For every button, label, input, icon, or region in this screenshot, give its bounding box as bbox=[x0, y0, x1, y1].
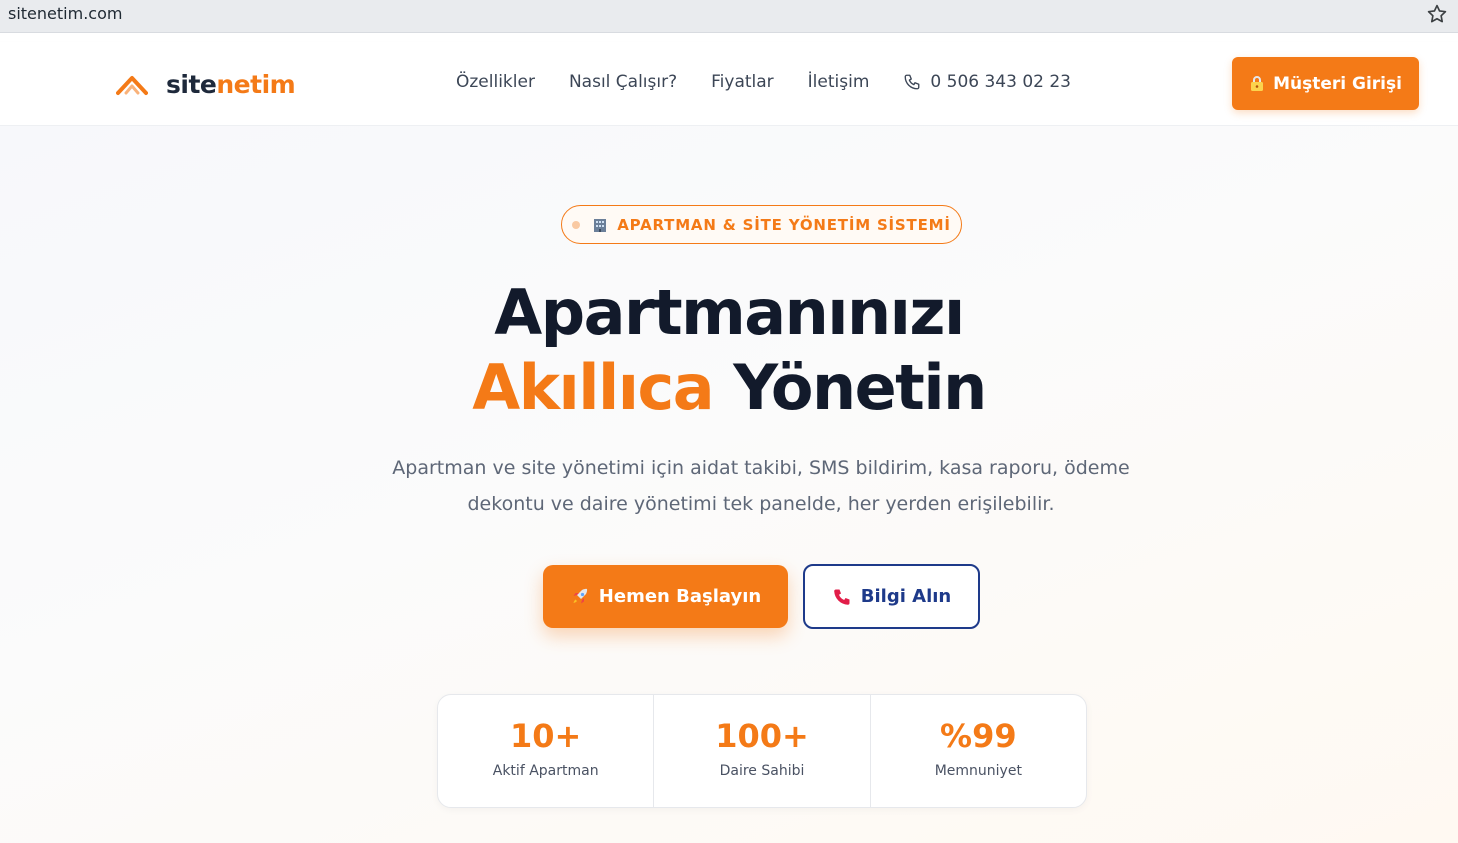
site-header: sitenetim Özellikler Nasıl Çalışır? Fiya… bbox=[0, 42, 1458, 126]
rocket-icon bbox=[573, 588, 587, 603]
stat-label: Daire Sahibi bbox=[719, 763, 805, 779]
logo-text-netim: netim bbox=[216, 69, 296, 99]
stat-satisfaction: %99 Memnuniyet bbox=[871, 695, 1086, 807]
nav-features[interactable]: Özellikler bbox=[456, 72, 535, 92]
hero-badge: APARTMAN & SİTE YÖNETİM SİSTEMİ bbox=[561, 205, 962, 244]
house-roof-icon bbox=[116, 76, 148, 95]
logo-text: sitenetim bbox=[166, 69, 296, 99]
nav-contact[interactable]: İletişim bbox=[808, 72, 870, 92]
stat-label: Aktif Apartman bbox=[492, 763, 599, 779]
start-now-button[interactable]: Hemen Başlayın bbox=[543, 565, 788, 628]
main-nav: Özellikler Nasıl Çalışır? Fiyatlar İleti… bbox=[456, 72, 1071, 92]
badge-text: APARTMAN & SİTE YÖNETİM SİSTEMİ bbox=[617, 215, 951, 234]
headline-rest: Yönetin bbox=[713, 351, 987, 424]
phone-number: 0 506 343 02 23 bbox=[930, 72, 1071, 92]
stat-value: 100+ bbox=[715, 717, 809, 755]
lock-icon bbox=[1251, 76, 1264, 91]
nav-phone[interactable]: 0 506 343 02 23 bbox=[903, 72, 1071, 92]
stat-apartment-owners: 100+ Daire Sahibi bbox=[654, 695, 871, 807]
building-icon bbox=[594, 218, 607, 232]
headline-accent-word: Akıllıca bbox=[472, 351, 714, 424]
logo-text-site: site bbox=[166, 69, 217, 99]
hero-headline-line1: Apartmanınızı bbox=[494, 276, 965, 349]
stat-active-apartments: 10+ Aktif Apartman bbox=[438, 695, 655, 807]
hero-subtitle: Apartman ve site yönetimi için aidat tak… bbox=[392, 457, 1130, 515]
phone-icon bbox=[904, 74, 920, 90]
stat-value: 10+ bbox=[509, 717, 582, 755]
stats-panel: 10+ Aktif Apartman 100+ Daire Sahibi %99… bbox=[437, 694, 1087, 808]
hero-section: APARTMAN & SİTE YÖNETİM SİSTEMİ Apartman… bbox=[0, 126, 1458, 843]
customer-login-label: Müşteri Girişi bbox=[1273, 73, 1402, 94]
phone-receiver-icon bbox=[833, 589, 850, 605]
stat-label: Memnuniyet bbox=[934, 763, 1022, 779]
customer-login-button[interactable]: Müşteri Girişi bbox=[1232, 57, 1419, 110]
badge-dot bbox=[572, 220, 581, 229]
get-info-button[interactable]: Bilgi Alın bbox=[803, 564, 980, 629]
url-text[interactable]: sitenetim.com bbox=[8, 4, 122, 23]
start-now-label: Hemen Başlayın bbox=[598, 586, 762, 607]
nav-how-it-works[interactable]: Nasıl Çalışır? bbox=[569, 72, 677, 92]
nav-pricing[interactable]: Fiyatlar bbox=[711, 72, 774, 92]
logo[interactable]: sitenetim bbox=[116, 68, 296, 100]
browser-address-bar[interactable]: sitenetim.com bbox=[0, 0, 1458, 33]
stat-value: %99 bbox=[940, 717, 1017, 755]
hero-headline-line2: Akıllıca Yönetin bbox=[0, 357, 1458, 419]
get-info-label: Bilgi Alın bbox=[860, 586, 952, 607]
star-icon[interactable] bbox=[1426, 3, 1448, 25]
